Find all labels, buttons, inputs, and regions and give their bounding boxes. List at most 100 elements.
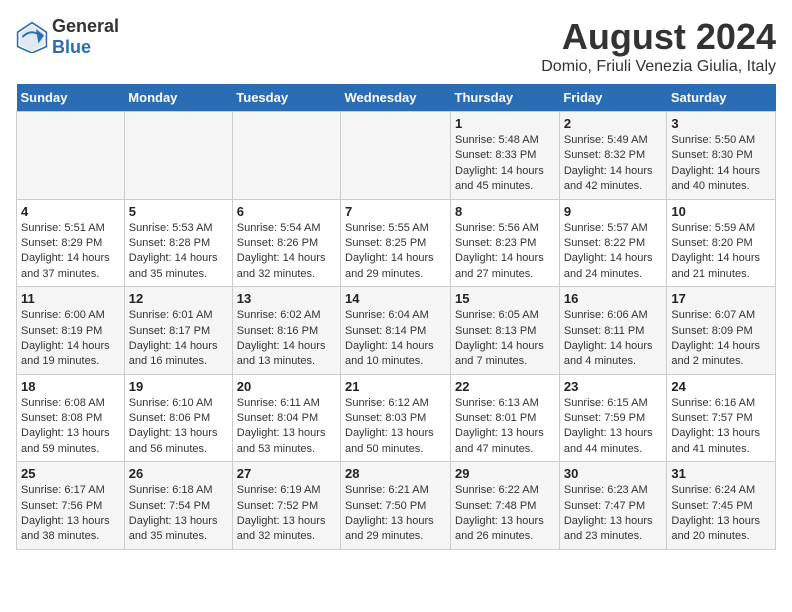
day-number: 13 (237, 291, 336, 306)
calendar-cell (17, 112, 125, 200)
day-number: 8 (455, 204, 555, 219)
day-number: 17 (671, 291, 771, 306)
day-detail: Sunrise: 6:21 AM Sunset: 7:50 PM Dayligh… (345, 483, 446, 545)
calendar-cell: 15Sunrise: 6:05 AM Sunset: 8:13 PM Dayli… (451, 287, 560, 375)
day-number: 20 (237, 379, 336, 394)
day-detail: Sunrise: 6:02 AM Sunset: 8:16 PM Dayligh… (237, 308, 336, 370)
calendar-cell: 10 Sunrise: 5:59 AM Sunset: 8:20 PM Dayli… (667, 199, 776, 287)
week-row-1: 1Sunrise: 5:48 AM Sunset: 8:33 PM Daylig… (17, 112, 776, 200)
day-detail: Sunrise: 6:17 AM Sunset: 7:56 PM Dayligh… (21, 483, 120, 545)
calendar-cell: 26Sunrise: 6:18 AM Sunset: 7:54 PM Dayli… (124, 462, 232, 550)
day-detail: Sunrise: 6:07 AM Sunset: 8:09 PM Dayligh… (671, 308, 771, 370)
day-number: 22 (455, 379, 555, 394)
day-header-thursday: Thursday (451, 84, 560, 112)
calendar-cell (341, 112, 451, 200)
calendar-cell: 29 Sunrise: 6:22 AM Sunset: 7:48 PM Dayli… (451, 462, 560, 550)
day-number: 27 (237, 466, 336, 481)
calendar-cell: 19Sunrise: 6:10 AM Sunset: 8:06 PM Dayli… (124, 374, 232, 462)
day-number: 31 (671, 466, 771, 481)
calendar-cell (232, 112, 340, 200)
day-number: 29 (455, 466, 555, 481)
day-number: 18 (21, 379, 120, 394)
day-detail: Sunrise: 6:15 AM Sunset: 7:59 PM Dayligh… (564, 396, 663, 458)
logo-blue: Blue (52, 37, 91, 57)
day-number: 24 (671, 379, 771, 394)
day-number: 10 (671, 204, 771, 219)
day-header-wednesday: Wednesday (341, 84, 451, 112)
calendar-cell: 13 Sunrise: 6:02 AM Sunset: 8:16 PM Dayli… (232, 287, 340, 375)
week-row-3: 11 Sunrise: 6:00 AM Sunset: 8:19 PM Dayli… (17, 287, 776, 375)
day-detail: Sunrise: 6:01 AM Sunset: 8:17 PM Dayligh… (129, 308, 228, 370)
day-detail: Sunrise: 6:10 AM Sunset: 8:06 PM Dayligh… (129, 396, 228, 458)
day-number: 6 (237, 204, 336, 219)
calendar-cell: 6 Sunrise: 5:54 AM Sunset: 8:26 PM Daylig… (232, 199, 340, 287)
calendar-cell: 25 Sunrise: 6:17 AM Sunset: 7:56 PM Dayli… (17, 462, 125, 550)
day-detail: Sunrise: 5:54 AM Sunset: 8:26 PM Dayligh… (237, 221, 336, 283)
day-number: 21 (345, 379, 446, 394)
day-number: 4 (21, 204, 120, 219)
day-detail: Sunrise: 5:59 AM Sunset: 8:20 PM Dayligh… (671, 221, 771, 283)
title-section: August 2024 Domio, Friuli Venezia Giulia… (541, 16, 776, 76)
calendar-table: SundayMondayTuesdayWednesdayThursdayFrid… (16, 84, 776, 550)
logo: General Blue (16, 16, 119, 58)
day-detail: Sunrise: 6:12 AM Sunset: 8:03 PM Dayligh… (345, 396, 446, 458)
day-number: 25 (21, 466, 120, 481)
day-detail: Sunrise: 5:51 AM Sunset: 8:29 PM Dayligh… (21, 221, 120, 283)
subtitle: Domio, Friuli Venezia Giulia, Italy (541, 58, 776, 76)
calendar-cell: 20 Sunrise: 6:11 AM Sunset: 8:04 PM Dayli… (232, 374, 340, 462)
day-number: 3 (671, 116, 771, 131)
day-detail: Sunrise: 6:18 AM Sunset: 7:54 PM Dayligh… (129, 483, 228, 545)
day-number: 7 (345, 204, 446, 219)
calendar-cell: 5 Sunrise: 5:53 AM Sunset: 8:28 PM Daylig… (124, 199, 232, 287)
day-header-monday: Monday (124, 84, 232, 112)
calendar-cell: 31 Sunrise: 6:24 AM Sunset: 7:45 PM Dayli… (667, 462, 776, 550)
day-detail: Sunrise: 5:49 AM Sunset: 8:32 PM Dayligh… (564, 133, 663, 195)
day-number: 30 (564, 466, 663, 481)
header-row: SundayMondayTuesdayWednesdayThursdayFrid… (17, 84, 776, 112)
day-number: 14 (345, 291, 446, 306)
day-number: 9 (564, 204, 663, 219)
day-header-tuesday: Tuesday (232, 84, 340, 112)
week-row-4: 18Sunrise: 6:08 AM Sunset: 8:08 PM Dayli… (17, 374, 776, 462)
page-header: General Blue August 2024 Domio, Friuli V… (16, 16, 776, 76)
calendar-cell: 8 Sunrise: 5:56 AM Sunset: 8:23 PM Daylig… (451, 199, 560, 287)
day-number: 23 (564, 379, 663, 394)
day-detail: Sunrise: 5:57 AM Sunset: 8:22 PM Dayligh… (564, 221, 663, 283)
day-detail: Sunrise: 5:55 AM Sunset: 8:25 PM Dayligh… (345, 221, 446, 283)
calendar-cell: 16Sunrise: 6:06 AM Sunset: 8:11 PM Dayli… (559, 287, 667, 375)
calendar-cell: 22Sunrise: 6:13 AM Sunset: 8:01 PM Dayli… (451, 374, 560, 462)
day-detail: Sunrise: 6:16 AM Sunset: 7:57 PM Dayligh… (671, 396, 771, 458)
day-detail: Sunrise: 5:48 AM Sunset: 8:33 PM Dayligh… (455, 133, 555, 195)
calendar-cell: 2Sunrise: 5:49 AM Sunset: 8:32 PM Daylig… (559, 112, 667, 200)
calendar-cell: 1Sunrise: 5:48 AM Sunset: 8:33 PM Daylig… (451, 112, 560, 200)
calendar-cell: 14 Sunrise: 6:04 AM Sunset: 8:14 PM Dayli… (341, 287, 451, 375)
day-detail: Sunrise: 6:04 AM Sunset: 8:14 PM Dayligh… (345, 308, 446, 370)
day-detail: Sunrise: 6:22 AM Sunset: 7:48 PM Dayligh… (455, 483, 555, 545)
calendar-cell: 23 Sunrise: 6:15 AM Sunset: 7:59 PM Dayli… (559, 374, 667, 462)
day-number: 5 (129, 204, 228, 219)
calendar-cell: 7 Sunrise: 5:55 AM Sunset: 8:25 PM Daylig… (341, 199, 451, 287)
day-number: 12 (129, 291, 228, 306)
logo-icon (16, 21, 48, 53)
calendar-cell: 17 Sunrise: 6:07 AM Sunset: 8:09 PM Dayli… (667, 287, 776, 375)
day-number: 11 (21, 291, 120, 306)
calendar-cell (124, 112, 232, 200)
day-detail: Sunrise: 6:06 AM Sunset: 8:11 PM Dayligh… (564, 308, 663, 370)
calendar-cell: 21 Sunrise: 6:12 AM Sunset: 8:03 PM Dayli… (341, 374, 451, 462)
day-detail: Sunrise: 5:53 AM Sunset: 8:28 PM Dayligh… (129, 221, 228, 283)
main-title: August 2024 (541, 16, 776, 58)
day-detail: Sunrise: 6:23 AM Sunset: 7:47 PM Dayligh… (564, 483, 663, 545)
day-detail: Sunrise: 6:00 AM Sunset: 8:19 PM Dayligh… (21, 308, 120, 370)
day-header-sunday: Sunday (17, 84, 125, 112)
day-detail: Sunrise: 6:19 AM Sunset: 7:52 PM Dayligh… (237, 483, 336, 545)
week-row-5: 25 Sunrise: 6:17 AM Sunset: 7:56 PM Dayli… (17, 462, 776, 550)
day-header-friday: Friday (559, 84, 667, 112)
calendar-cell: 24 Sunrise: 6:16 AM Sunset: 7:57 PM Dayli… (667, 374, 776, 462)
day-detail: Sunrise: 6:24 AM Sunset: 7:45 PM Dayligh… (671, 483, 771, 545)
calendar-cell: 9 Sunrise: 5:57 AM Sunset: 8:22 PM Daylig… (559, 199, 667, 287)
day-detail: Sunrise: 5:50 AM Sunset: 8:30 PM Dayligh… (671, 133, 771, 195)
day-detail: Sunrise: 6:11 AM Sunset: 8:04 PM Dayligh… (237, 396, 336, 458)
day-detail: Sunrise: 5:56 AM Sunset: 8:23 PM Dayligh… (455, 221, 555, 283)
calendar-cell: 30 Sunrise: 6:23 AM Sunset: 7:47 PM Dayli… (559, 462, 667, 550)
calendar-cell: 12 Sunrise: 6:01 AM Sunset: 8:17 PM Dayli… (124, 287, 232, 375)
